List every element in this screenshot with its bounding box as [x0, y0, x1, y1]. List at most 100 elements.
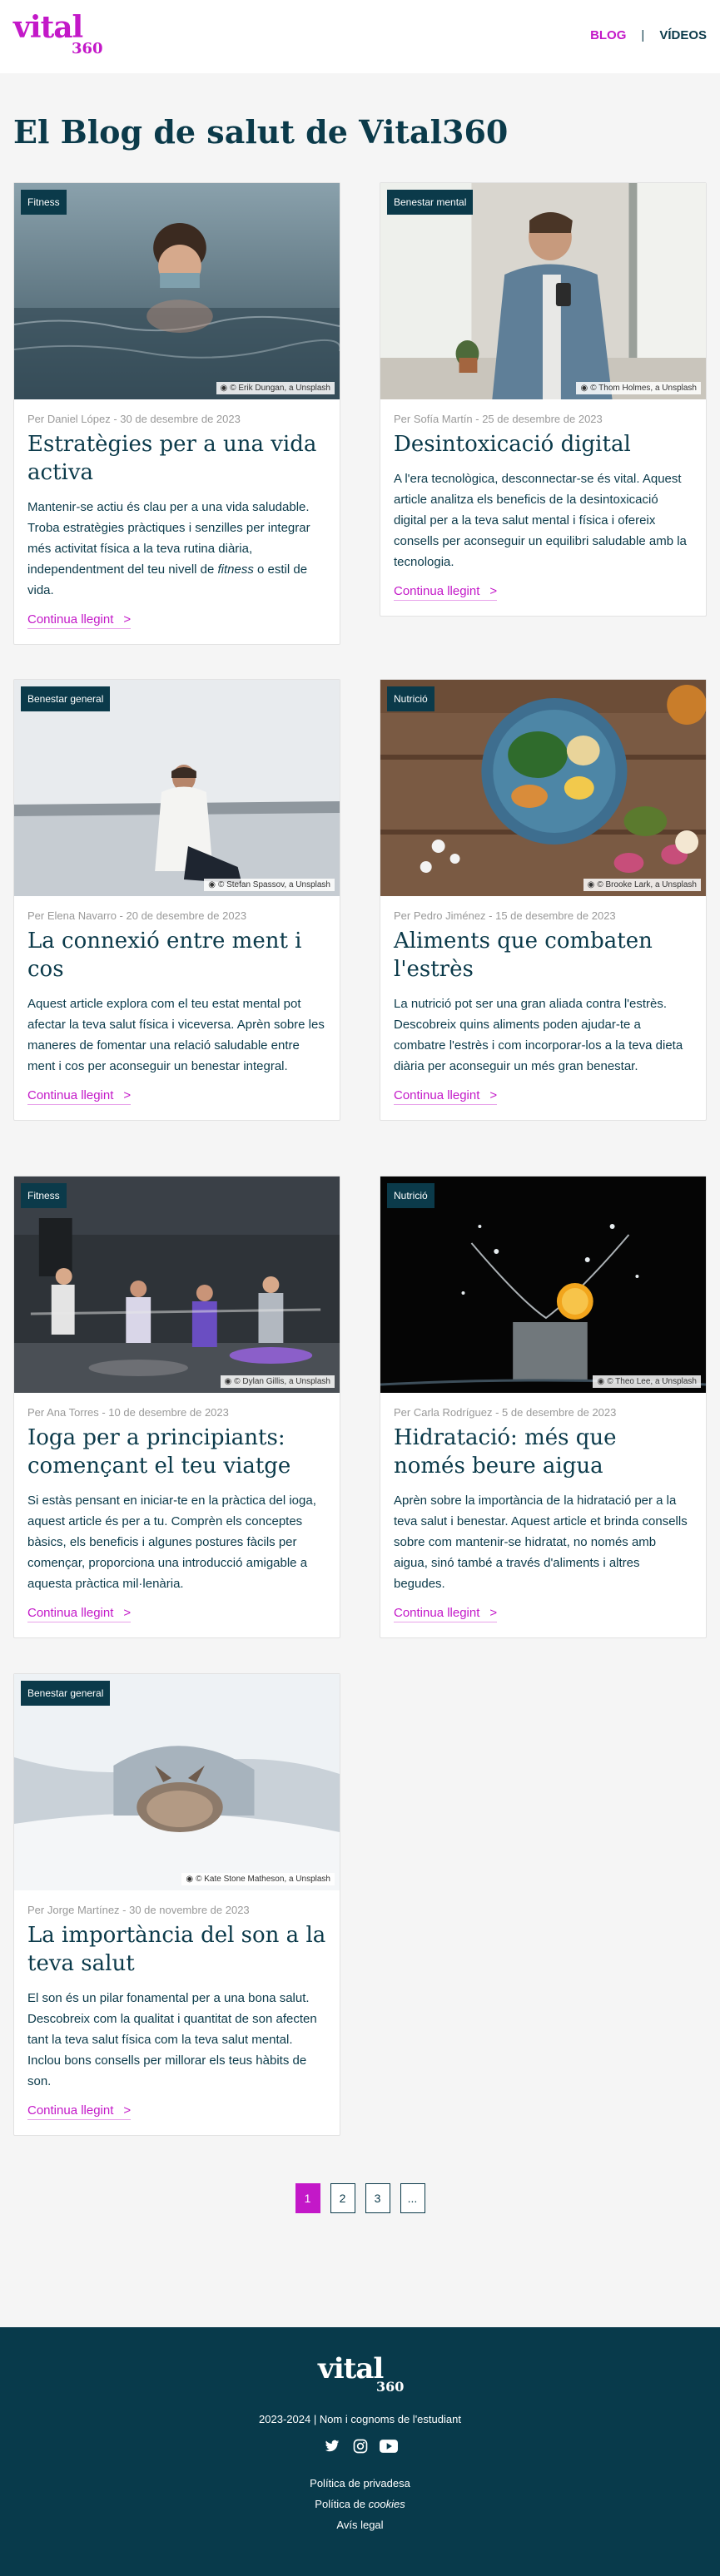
post-excerpt: La nutrició pot ser una gran aliada cont… — [394, 997, 683, 1073]
read-more-label: Continua llegint — [394, 584, 480, 598]
read-more-label: Continua llegint — [27, 1088, 114, 1102]
camera-icon: ◉ — [224, 1377, 232, 1386]
read-more-link[interactable]: Continua llegint > — [394, 1606, 498, 1622]
post-meta: Per Elena Navarro - 20 de desembre de 20… — [27, 909, 247, 922]
excerpt-emphasis: fitness — [217, 562, 254, 577]
photo-credit: ◉ © Theo Lee, a Unsplash — [593, 1375, 701, 1388]
post-image[interactable]: Benestar general ◉ © Kate Stone Matheson,… — [14, 1674, 340, 1890]
chevron-right-icon: > — [123, 1606, 132, 1620]
read-more-link[interactable]: Continua llegint > — [27, 2103, 132, 2120]
chevron-right-icon: > — [489, 1088, 498, 1102]
photo-credit: ◉ © Brooke Lark, a Unsplash — [583, 879, 701, 891]
camera-icon: ◉ — [597, 1377, 605, 1386]
photo-credit-text: © Dylan Gillis, a Unsplash — [234, 1377, 330, 1386]
chevron-right-icon: > — [489, 1606, 498, 1620]
read-more-label: Continua llegint — [27, 2103, 114, 2118]
photo-credit: ◉ © Erik Dungan, a Unsplash — [216, 382, 335, 394]
post-title[interactable]: Estratègies per a una vida activa — [27, 430, 326, 487]
post-excerpt: Aprèn sobre la importància de la hidrata… — [394, 1494, 688, 1591]
post-image[interactable]: Nutrició ◉ © Brooke Lark, a Unsplash — [380, 680, 706, 896]
post-excerpt: Mantenir-se actiu és clau per a una vida… — [27, 497, 326, 601]
photo-credit-text: © Stefan Spassov, a Unsplash — [217, 880, 330, 889]
camera-icon: ◉ — [208, 880, 216, 889]
site-footer: vital 360 2023-2024 | Nom i cognoms de l… — [0, 2327, 720, 2576]
read-more-link[interactable]: Continua llegint > — [27, 1606, 132, 1622]
photo-credit: ◉ © Dylan Gillis, a Unsplash — [220, 1375, 335, 1388]
read-more-label: Continua llegint — [27, 612, 114, 627]
read-more-link[interactable]: Continua llegint > — [394, 584, 498, 601]
twitter-icon[interactable] — [323, 2437, 341, 2455]
nav-separator: | — [641, 28, 645, 42]
post-meta: Per Pedro Jiménez - 15 de desembre de 20… — [394, 909, 616, 922]
photo-credit: ◉ © Stefan Spassov, a Unsplash — [204, 879, 335, 891]
legal-notice-link[interactable]: Avís legal — [0, 2514, 720, 2535]
post-meta: Per Jorge Martínez - 30 de novembre de 2… — [27, 1904, 250, 1916]
photo-credit-text: © Kate Stone Matheson, a Unsplash — [196, 1875, 330, 1884]
post-card: Fitness ◉ © Erik Dungan, a Unsplash Per D… — [13, 182, 340, 645]
post-category-tag[interactable]: Fitness — [21, 1183, 67, 1208]
read-more-link[interactable]: Continua llegint > — [394, 1088, 498, 1105]
site-header: vital 360 BLOG | VÍDEOS — [0, 0, 720, 73]
post-category-tag[interactable]: Fitness — [21, 190, 67, 215]
instagram-icon[interactable] — [351, 2437, 370, 2455]
read-more-label: Continua llegint — [394, 1606, 480, 1620]
post-image[interactable]: Fitness ◉ © Dylan Gillis, a Unsplash — [14, 1177, 340, 1393]
photo-credit-text: © Thom Holmes, a Unsplash — [590, 384, 697, 393]
nav-blog-link[interactable]: BLOG — [590, 28, 626, 42]
post-card: Fitness ◉ © Dylan Gillis, a Unsplash Per … — [13, 1176, 340, 1638]
chevron-right-icon: > — [123, 612, 132, 627]
post-title[interactable]: Hidratació: més que només beure aigua — [394, 1424, 693, 1480]
nav-videos-link[interactable]: VÍDEOS — [659, 28, 707, 42]
photo-credit: ◉ © Kate Stone Matheson, a Unsplash — [181, 1873, 335, 1885]
post-meta: Per Carla Rodríguez - 5 de desembre de 2… — [394, 1406, 617, 1419]
cookies-policy-link[interactable]: Política de cookies — [0, 2494, 720, 2514]
post-card: Benestar mental ◉ © Thom Holmes, a Unspla… — [380, 182, 707, 617]
site-logo[interactable]: vital 360 — [13, 10, 105, 60]
chevron-right-icon: > — [123, 2103, 132, 2118]
chevron-right-icon: > — [123, 1088, 132, 1102]
photo-credit: ◉ © Thom Holmes, a Unsplash — [576, 382, 701, 394]
youtube-icon[interactable] — [379, 2437, 398, 2455]
photo-credit-text: © Erik Dungan, a Unsplash — [230, 384, 330, 393]
post-image[interactable]: Fitness ◉ © Erik Dungan, a Unsplash — [14, 183, 340, 399]
post-title[interactable]: La importància del son a la teva salut — [27, 1921, 326, 1978]
camera-icon: ◉ — [220, 384, 228, 393]
read-more-label: Continua llegint — [27, 1606, 114, 1620]
post-title[interactable]: Ioga per a principiants: començant el te… — [27, 1424, 326, 1480]
post-category-tag[interactable]: Benestar mental — [387, 190, 474, 215]
camera-icon: ◉ — [186, 1875, 194, 1884]
photo-credit-text: © Brooke Lark, a Unsplash — [597, 880, 697, 889]
post-category-tag[interactable]: Benestar general — [21, 1681, 111, 1706]
post-image[interactable]: Benestar general ◉ © Stefan Spassov, a Un… — [14, 680, 340, 896]
post-title[interactable]: Desintoxicació digital — [394, 430, 693, 458]
photo-credit-text: © Theo Lee, a Unsplash — [607, 1377, 697, 1386]
post-card: Nutrició ◉ © Brooke Lark, a Unsplash Per … — [380, 679, 707, 1121]
footer-logo-text: vital — [318, 2352, 384, 2385]
read-more-link[interactable]: Continua llegint > — [27, 1088, 132, 1105]
camera-icon: ◉ — [587, 880, 595, 889]
page-3-button[interactable]: 3 — [365, 2183, 390, 2213]
post-card: Nutrició ◉ © Theo Lee, a Unsplash Per Car… — [380, 1176, 707, 1638]
post-title[interactable]: La connexió entre ment i cos — [27, 927, 326, 983]
post-card: Benestar general ◉ © Kate Stone Matheson,… — [13, 1673, 340, 2136]
footer-logo[interactable]: vital 360 — [318, 2352, 410, 2402]
post-excerpt: Si estàs pensant en iniciar-te en la prà… — [27, 1494, 316, 1591]
main-nav: BLOG | VÍDEOS — [590, 28, 707, 42]
read-more-label: Continua llegint — [394, 1088, 480, 1102]
privacy-policy-link[interactable]: Política de privadesa — [0, 2473, 720, 2494]
post-category-tag[interactable]: Nutrició — [387, 1183, 434, 1208]
post-meta: Per Ana Torres - 10 de desembre de 2023 — [27, 1406, 229, 1419]
read-more-link[interactable]: Continua llegint > — [27, 612, 132, 629]
page-more-button[interactable]: ... — [400, 2183, 425, 2213]
cookies-link-text: Política de — [315, 2498, 369, 2510]
page-2-button[interactable]: 2 — [330, 2183, 355, 2213]
post-category-tag[interactable]: Benestar general — [21, 686, 111, 711]
post-image[interactable]: Benestar mental ◉ © Thom Holmes, a Unspla… — [380, 183, 706, 399]
post-title[interactable]: Aliments que combaten l'estrès — [394, 927, 693, 983]
chevron-right-icon: > — [489, 584, 498, 598]
post-category-tag[interactable]: Nutrició — [387, 686, 434, 711]
post-image[interactable]: Nutrició ◉ © Theo Lee, a Unsplash — [380, 1177, 706, 1393]
page-1-button[interactable]: 1 — [295, 2183, 320, 2213]
footer-links: Política de privadesa Política de cookie… — [0, 2473, 720, 2535]
page-title: El Blog de salut de Vital360 — [13, 113, 509, 151]
